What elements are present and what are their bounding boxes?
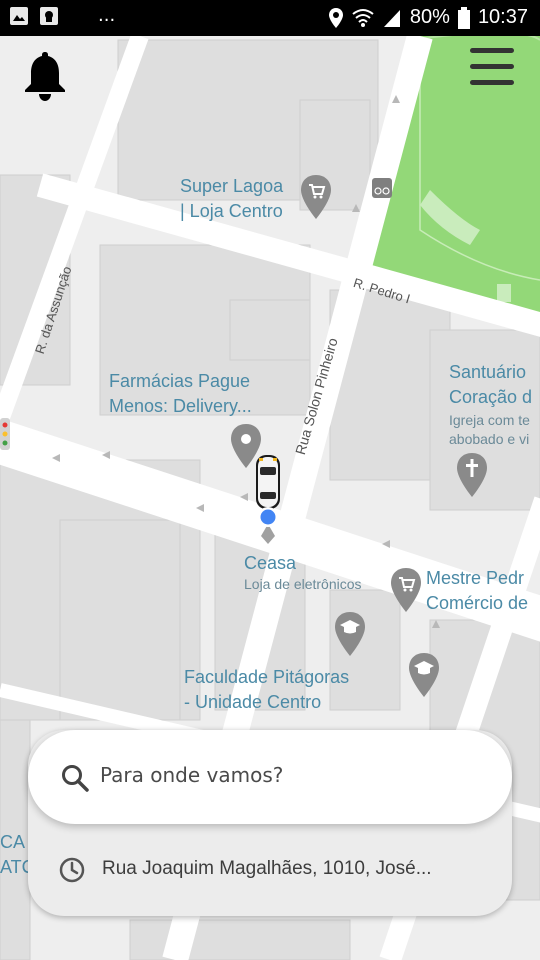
search-icon <box>62 765 89 792</box>
wifi-icon <box>352 8 374 27</box>
android-icon <box>40 7 58 25</box>
church-pin-icon[interactable] <box>456 453 488 497</box>
clock-history-icon <box>59 857 85 883</box>
clock-time: 10:37 <box>477 6 528 28</box>
battery-percentage: 80% <box>409 6 450 28</box>
school-pin-icon[interactable] <box>334 612 366 656</box>
poi-label-faculdade: Faculdade Pitágoras - Unidade Centro <box>184 667 350 712</box>
battery-icon <box>457 6 470 29</box>
image-icon <box>10 7 28 25</box>
shopping-cart-pin-icon[interactable] <box>390 568 422 612</box>
poi-label-super-lagoa: Super Lagoa | Loja Centro <box>180 176 284 221</box>
hamburger-menu-icon[interactable] <box>464 44 522 90</box>
more-notifications-indicator: ... <box>98 5 116 26</box>
search-placeholder[interactable]: Para onde vamos? <box>100 763 283 787</box>
current-location-icon <box>258 507 278 544</box>
location-icon <box>328 7 343 28</box>
poi-sub-santuario: Igreja com te abobado e vi <box>449 412 530 447</box>
poi-sub-ceasa: Loja de eletrônicos <box>244 576 362 592</box>
signal-icon <box>383 9 400 27</box>
recent-destination-address[interactable]: Rua Joaquim Magalhães, 1010, José... <box>102 858 432 880</box>
poi-label-ceasa: Ceasa <box>244 553 297 573</box>
car-marker-icon <box>256 455 280 509</box>
school-pin-icon[interactable] <box>408 653 440 697</box>
notifications-bell-icon[interactable] <box>22 48 68 102</box>
poi-label-santuario: Santuário Coração d <box>449 362 533 407</box>
status-bar: ... 80% 10:37 <box>0 0 540 36</box>
poi-label-farmacias: Farmácias Pague Menos: Delivery... <box>109 371 252 416</box>
shopping-cart-pin-icon[interactable] <box>300 175 332 219</box>
poi-label-mestre-pedro: Mestre Pedr Comércio de <box>426 568 529 613</box>
